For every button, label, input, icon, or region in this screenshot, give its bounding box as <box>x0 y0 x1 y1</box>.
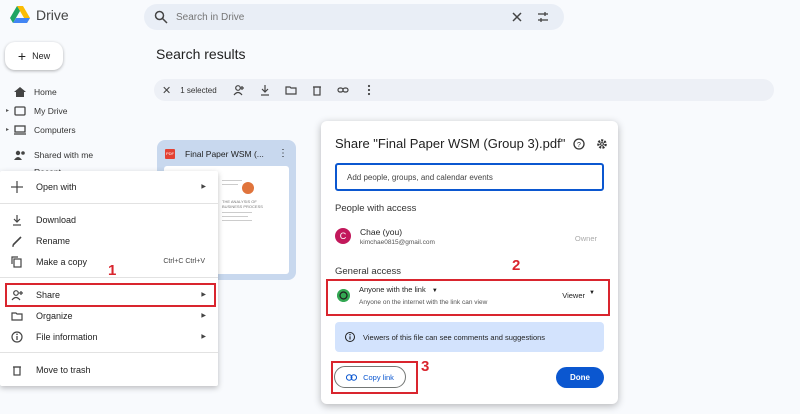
gear-icon[interactable] <box>596 138 608 150</box>
sidebar-item-label: Computers <box>34 124 76 135</box>
sidebar-item-label: My Drive <box>34 105 68 116</box>
search-bar[interactable] <box>144 4 564 30</box>
download-icon <box>13 214 21 226</box>
menu-item-rename[interactable]: Rename <box>0 230 218 251</box>
share-highlight-box <box>5 283 216 307</box>
thumb-line <box>222 180 242 181</box>
thumb-seal <box>242 182 254 194</box>
svg-text:?: ? <box>577 142 581 149</box>
search-options-icon[interactable] <box>536 10 550 24</box>
info-icon <box>11 330 23 343</box>
person-email: kimchae0815@gmail.com <box>360 239 435 246</box>
access-highlight-box <box>326 279 610 316</box>
new-button-label: New <box>32 51 51 61</box>
menu-divider <box>0 203 218 204</box>
sidebar-item-label: Home <box>34 86 57 97</box>
sidebar-item-home[interactable]: Home <box>6 82 76 101</box>
plus-icon: + <box>17 48 27 64</box>
dialog-title: Share "Final Paper WSM (Group 3).pdf" <box>335 136 566 151</box>
person-role: Owner <box>574 234 597 243</box>
menu-item-label: Rename <box>36 235 71 246</box>
info-icon <box>345 332 355 342</box>
menu-item-download[interactable]: Download <box>0 209 218 230</box>
expand-arrow-icon[interactable]: ▸ <box>6 107 12 114</box>
clear-search-icon[interactable] <box>510 10 524 24</box>
search-icon <box>154 10 168 24</box>
person-name: Chae (you) <box>360 227 403 237</box>
menu-item-move-to-trash[interactable]: Move to trash <box>0 359 218 380</box>
drive-logo[interactable]: Drive <box>10 6 69 24</box>
drive-logo-icon <box>10 6 30 23</box>
submenu-arrow-icon: ▶ <box>201 184 206 190</box>
thumb-line <box>222 212 252 213</box>
menu-item-label: Download <box>36 214 77 225</box>
step-callout-1: 1 <box>108 262 117 279</box>
menu-item-open-with[interactable]: Open with ▶ <box>0 176 218 197</box>
sidebar-item-computers[interactable]: ▸ Computers <box>6 120 76 139</box>
more-options-icon[interactable] <box>363 84 375 96</box>
file-more-icon[interactable]: ⋮ <box>278 148 288 159</box>
folder-icon <box>11 311 23 321</box>
add-people-input[interactable]: Add people, groups, and calendar events <box>335 163 604 191</box>
copy-icon <box>11 255 22 268</box>
menu-item-label: Open with <box>36 181 77 192</box>
selection-count: 1 selected <box>180 85 217 95</box>
menu-item-label: Move to trash <box>36 364 91 375</box>
info-text: Viewers of this file can see comments an… <box>363 332 546 342</box>
sidebar-item-label: Shared with me <box>34 150 94 160</box>
app-name: Drive <box>36 7 69 23</box>
selection-toolbar: ✕ 1 selected <box>154 79 774 101</box>
submenu-arrow-icon: ▶ <box>201 313 206 319</box>
new-button[interactable]: + New <box>5 42 63 70</box>
sidebar-item-my-drive[interactable]: ▸ My Drive <box>6 101 76 120</box>
help-icon[interactable]: ? <box>573 138 585 150</box>
info-banner: Viewers of this file can see comments an… <box>335 322 604 352</box>
download-icon[interactable] <box>259 84 271 96</box>
computer-icon <box>14 124 26 135</box>
open-with-icon <box>11 180 23 193</box>
move-to-folder-icon[interactable] <box>285 84 297 96</box>
copy-link-highlight-box <box>331 361 418 394</box>
search-input[interactable] <box>176 11 496 23</box>
clear-selection-icon[interactable]: ✕ <box>162 84 171 97</box>
sidebar-nav: Home ▸ My Drive ▸ Computers <box>6 82 76 139</box>
menu-item-label: Organize <box>36 310 73 321</box>
page-title: Search results <box>156 46 246 62</box>
menu-item-file-information[interactable]: File information ▶ <box>0 326 218 347</box>
menu-item-label: File information <box>36 331 98 342</box>
general-access-heading: General access <box>335 266 402 277</box>
file-name: Final Paper WSM (... <box>185 148 264 159</box>
menu-item-label: Make a copy <box>36 256 88 267</box>
trash-icon[interactable] <box>311 84 323 96</box>
avatar: C <box>335 228 351 244</box>
pdf-icon: PDF <box>165 148 175 159</box>
expand-arrow-icon[interactable]: ▸ <box>6 126 12 133</box>
my-drive-icon <box>14 105 26 116</box>
done-button[interactable]: Done <box>556 367 604 388</box>
home-icon <box>14 86 26 97</box>
thumb-text: BUSINESS PROCESS <box>222 204 263 209</box>
menu-item-organize[interactable]: Organize ▶ <box>0 305 218 326</box>
trash-icon <box>13 365 21 376</box>
thumb-line <box>222 216 248 217</box>
add-person-icon[interactable] <box>233 84 245 96</box>
step-callout-2: 2 <box>512 257 521 274</box>
drive-page: Drive + New Home ▸ My Drive ▸ Computers <box>0 0 800 414</box>
submenu-arrow-icon: ▶ <box>201 334 206 340</box>
person-row: C Chae (you) kimchae0815@gmail.com Owner <box>335 226 604 252</box>
thumb-line <box>222 220 252 221</box>
menu-divider <box>0 352 218 353</box>
menu-shortcut: Ctrl+C Ctrl+V <box>163 258 205 265</box>
link-icon[interactable] <box>337 84 349 96</box>
people-access-heading: People with access <box>335 203 417 214</box>
people-icon <box>14 150 25 160</box>
pencil-icon <box>12 235 22 247</box>
step-callout-3: 3 <box>421 358 430 375</box>
sidebar-item-shared[interactable]: Shared with me <box>14 150 93 160</box>
thumb-line <box>222 184 238 185</box>
